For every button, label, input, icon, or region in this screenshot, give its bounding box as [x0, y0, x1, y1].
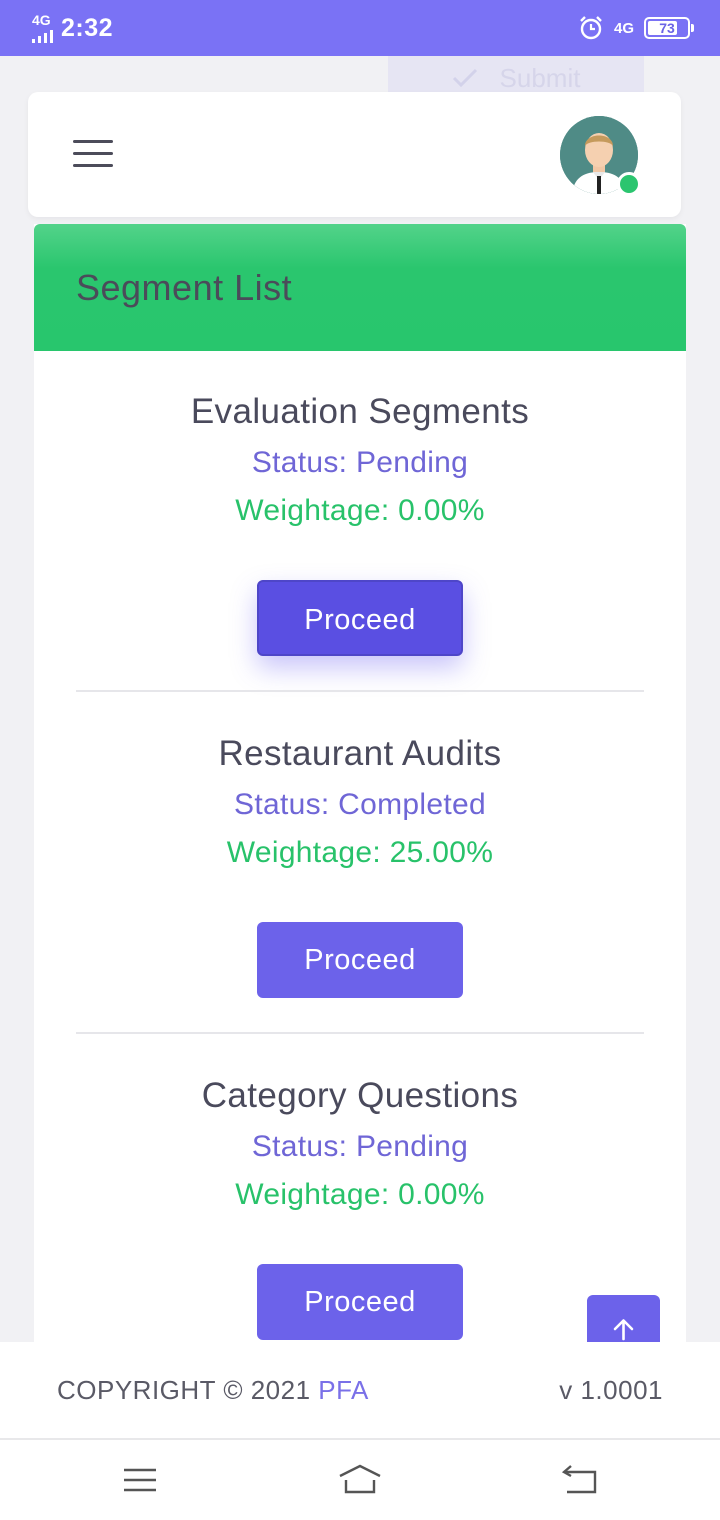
segment-status: Status: Pending	[251, 446, 469, 479]
divider	[76, 1032, 644, 1034]
segment-item: Restaurant Audits Status: Completed Weig…	[76, 734, 644, 998]
segment-item: Category Questions Status: Pending Weigh…	[76, 1076, 644, 1340]
segment-weightage: Weightage: 25.00%	[226, 836, 494, 869]
recents-menu-icon[interactable]	[116, 1458, 164, 1502]
segment-item: Evaluation Segments Status: Pending Weig…	[76, 392, 644, 656]
footer: COPYRIGHT © 2021 PFA v 1.0001	[0, 1342, 720, 1438]
brand-link[interactable]: PFA	[318, 1375, 369, 1405]
signal-strength-icon	[32, 27, 53, 43]
check-icon	[452, 68, 477, 88]
back-icon[interactable]	[555, 1458, 603, 1502]
segment-weightage: Weightage: 0.00%	[235, 1178, 485, 1211]
battery-level: 73	[659, 20, 675, 36]
proceed-button[interactable]: Proceed	[257, 580, 463, 656]
alarm-icon	[580, 16, 602, 40]
system-navigation-bar	[0, 1438, 720, 1520]
proceed-button[interactable]: Proceed	[257, 1264, 463, 1340]
card-title: Segment List	[76, 266, 293, 308]
segment-name: Restaurant Audits	[218, 734, 502, 773]
segment-weightage: Weightage: 0.00%	[235, 494, 485, 527]
submit-label: Submit	[499, 62, 581, 93]
segment-status: Status: Completed	[234, 788, 486, 821]
menu-icon[interactable]	[73, 140, 113, 170]
proceed-button[interactable]: Proceed	[257, 922, 463, 998]
card-header: Segment List	[34, 224, 686, 351]
segment-name: Evaluation Segments	[190, 392, 530, 431]
status-bar: 4G 2:32 4G 73	[0, 0, 720, 56]
divider	[76, 690, 644, 692]
signal-group: 4G	[32, 13, 53, 43]
copyright-label: COPYRIGHT © 2021	[57, 1374, 319, 1405]
battery-icon: 73	[644, 17, 694, 39]
copyright-text: COPYRIGHT © 2021 PFA	[57, 1375, 369, 1406]
status-left: 4G 2:32	[32, 13, 113, 43]
version-label: v 1.0001	[559, 1374, 663, 1405]
online-status-dot	[617, 172, 641, 196]
segment-status: Status: Pending	[251, 1130, 469, 1163]
app-header	[28, 92, 681, 217]
segment-list-card: Segment List Evaluation Segments Status:…	[34, 224, 686, 1344]
status-right: 4G 73	[578, 15, 694, 41]
network-type-label: 4G	[32, 12, 51, 28]
segment-name: Category Questions	[201, 1076, 519, 1115]
home-icon[interactable]	[336, 1458, 384, 1502]
clock-time: 2:32	[61, 13, 114, 42]
network-4g-icon: 4G	[613, 19, 634, 37]
